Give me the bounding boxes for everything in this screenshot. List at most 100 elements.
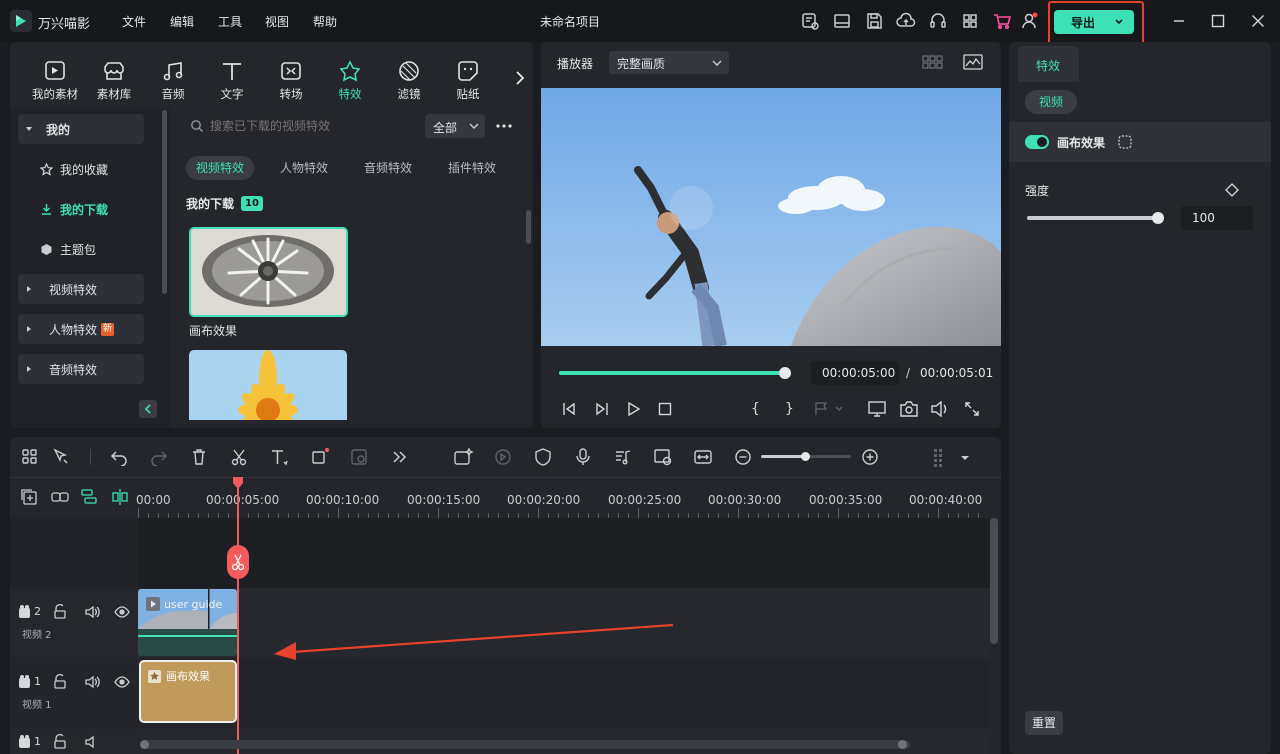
play-icon[interactable]	[627, 402, 641, 416]
zoom-in-icon[interactable]	[861, 448, 879, 466]
cart-icon[interactable]	[992, 11, 1012, 31]
inspector-subtab-video[interactable]: 视频	[1025, 90, 1078, 114]
add-track-icon[interactable]	[20, 488, 38, 506]
tab-video-effects[interactable]: 视频特效	[186, 156, 255, 180]
track-auto-icon[interactable]	[80, 488, 98, 506]
sidebar-item-downloads[interactable]: 我的下载	[18, 194, 144, 224]
redo-icon[interactable]	[150, 448, 168, 466]
playback-progress-handle[interactable]	[779, 367, 791, 379]
volume-icon[interactable]	[931, 401, 949, 417]
audio-track-icon[interactable]	[614, 448, 632, 466]
save-icon[interactable]	[864, 11, 884, 31]
collapse-sidebar-button[interactable]	[139, 400, 157, 418]
category-transition[interactable]: 转场	[263, 60, 319, 102]
effect-clip-canvas[interactable]: 画布效果	[139, 660, 237, 723]
text-tool-icon[interactable]	[270, 448, 288, 466]
grid-view-icon[interactable]	[922, 54, 944, 70]
scope-icon[interactable]	[963, 54, 983, 70]
close-icon[interactable]	[1251, 14, 1265, 28]
chevron-down-icon[interactable]	[1114, 17, 1124, 27]
effect-enable-toggle[interactable]	[1025, 135, 1049, 149]
export-button[interactable]: 导出	[1054, 10, 1134, 34]
maximize-icon[interactable]	[1211, 14, 1225, 28]
quality-dropdown[interactable]: 完整画质	[609, 51, 729, 74]
category-sticker[interactable]: 贴纸	[440, 60, 496, 102]
video-clip-user-guide[interactable]: user guide	[138, 589, 237, 656]
timeline-vertical-scrollbar[interactable]	[990, 518, 998, 644]
category-filter[interactable]: 滤镜	[381, 60, 437, 102]
fullscreen-icon[interactable]	[964, 401, 980, 417]
chevron-right-icon[interactable]	[514, 70, 526, 86]
strength-slider-handle[interactable]	[1152, 212, 1164, 224]
strength-value-box[interactable]: 100	[1181, 206, 1253, 230]
apps-grid-icon[interactable]	[960, 11, 980, 31]
step-forward-icon[interactable]	[594, 402, 610, 416]
color-match-icon[interactable]	[350, 448, 368, 466]
tab-audio-effects[interactable]: 音频特效	[354, 156, 422, 180]
browser-scrollbar[interactable]	[526, 210, 531, 244]
zoom-out-icon[interactable]	[734, 448, 752, 466]
eye-icon[interactable]	[114, 674, 130, 690]
microphone-icon[interactable]	[574, 448, 592, 466]
timeline-horizontal-scrollbar[interactable]	[140, 740, 910, 749]
mark-in-icon[interactable]: {	[751, 401, 760, 417]
zoom-slider-handle[interactable]	[801, 452, 810, 461]
strength-slider-track[interactable]	[1027, 216, 1158, 220]
density-icon[interactable]	[932, 448, 950, 467]
select-tool-icon[interactable]	[52, 448, 70, 466]
lock-icon[interactable]	[52, 734, 68, 750]
minimize-icon[interactable]	[1172, 14, 1186, 28]
eye-icon[interactable]	[114, 604, 130, 620]
fit-timeline-icon[interactable]	[694, 448, 712, 466]
task-list-icon[interactable]	[800, 11, 820, 31]
sidebar-item-video-effects[interactable]: 视频特效	[18, 274, 144, 304]
link-icon[interactable]	[50, 488, 70, 506]
speed-icon[interactable]	[494, 448, 512, 466]
menu-tools[interactable]: 工具	[218, 13, 242, 30]
current-time-box[interactable]: 00:00:05:00	[811, 361, 899, 385]
ai-enhance-icon[interactable]	[454, 448, 474, 466]
keyframe-diamond-icon[interactable]	[1225, 183, 1239, 197]
filter-dropdown[interactable]: 全部	[425, 114, 485, 138]
search-box[interactable]	[180, 113, 420, 139]
lock-icon[interactable]	[52, 674, 68, 690]
step-back-icon[interactable]	[561, 402, 577, 416]
sidebar-item-mine[interactable]: 我的	[18, 114, 144, 144]
display-icon[interactable]	[868, 401, 888, 417]
layout-grid-icon[interactable]	[21, 448, 39, 466]
category-effects[interactable]: 特效	[322, 60, 378, 102]
cloud-upload-icon[interactable]	[896, 11, 916, 31]
delete-icon[interactable]	[190, 448, 208, 466]
mark-out-icon[interactable]: }	[785, 401, 794, 417]
menu-view[interactable]: 视图	[265, 13, 289, 30]
menu-file[interactable]: 文件	[122, 13, 146, 30]
sidebar-scrollbar[interactable]	[162, 110, 167, 294]
caret-down-icon[interactable]	[961, 455, 969, 461]
reset-button[interactable]: 重置	[1025, 711, 1063, 735]
menu-edit[interactable]: 编辑	[170, 13, 194, 30]
more-tools-icon[interactable]	[390, 448, 408, 466]
split-scissors-icon[interactable]	[230, 448, 248, 466]
stop-icon[interactable]	[658, 402, 672, 416]
more-options-icon[interactable]	[495, 120, 513, 132]
search-input[interactable]	[210, 116, 415, 136]
headset-icon[interactable]	[928, 11, 948, 31]
tab-people-effects[interactable]: 人物特效	[270, 156, 338, 180]
category-text[interactable]: 文字	[204, 60, 260, 102]
speaker-icon[interactable]	[84, 674, 100, 690]
speaker-icon[interactable]	[84, 734, 100, 750]
category-my-media[interactable]: 我的素材	[27, 60, 83, 102]
video-preview[interactable]	[541, 88, 1001, 346]
speaker-icon[interactable]	[84, 604, 100, 620]
category-audio[interactable]: 音频	[145, 60, 201, 102]
account-icon[interactable]	[1020, 11, 1040, 31]
sidebar-item-people-effects[interactable]: 人物特效 新	[18, 314, 144, 344]
category-library[interactable]: 素材库	[86, 60, 142, 102]
preview-render-icon[interactable]	[654, 448, 672, 466]
inspector-tab-effects[interactable]: 特效	[1018, 46, 1079, 82]
marker-icon[interactable]	[814, 402, 844, 416]
menu-help[interactable]: 帮助	[313, 13, 337, 30]
snap-icon[interactable]	[111, 488, 129, 506]
undo-icon[interactable]	[110, 448, 128, 466]
playback-progress-track[interactable]	[559, 371, 785, 375]
